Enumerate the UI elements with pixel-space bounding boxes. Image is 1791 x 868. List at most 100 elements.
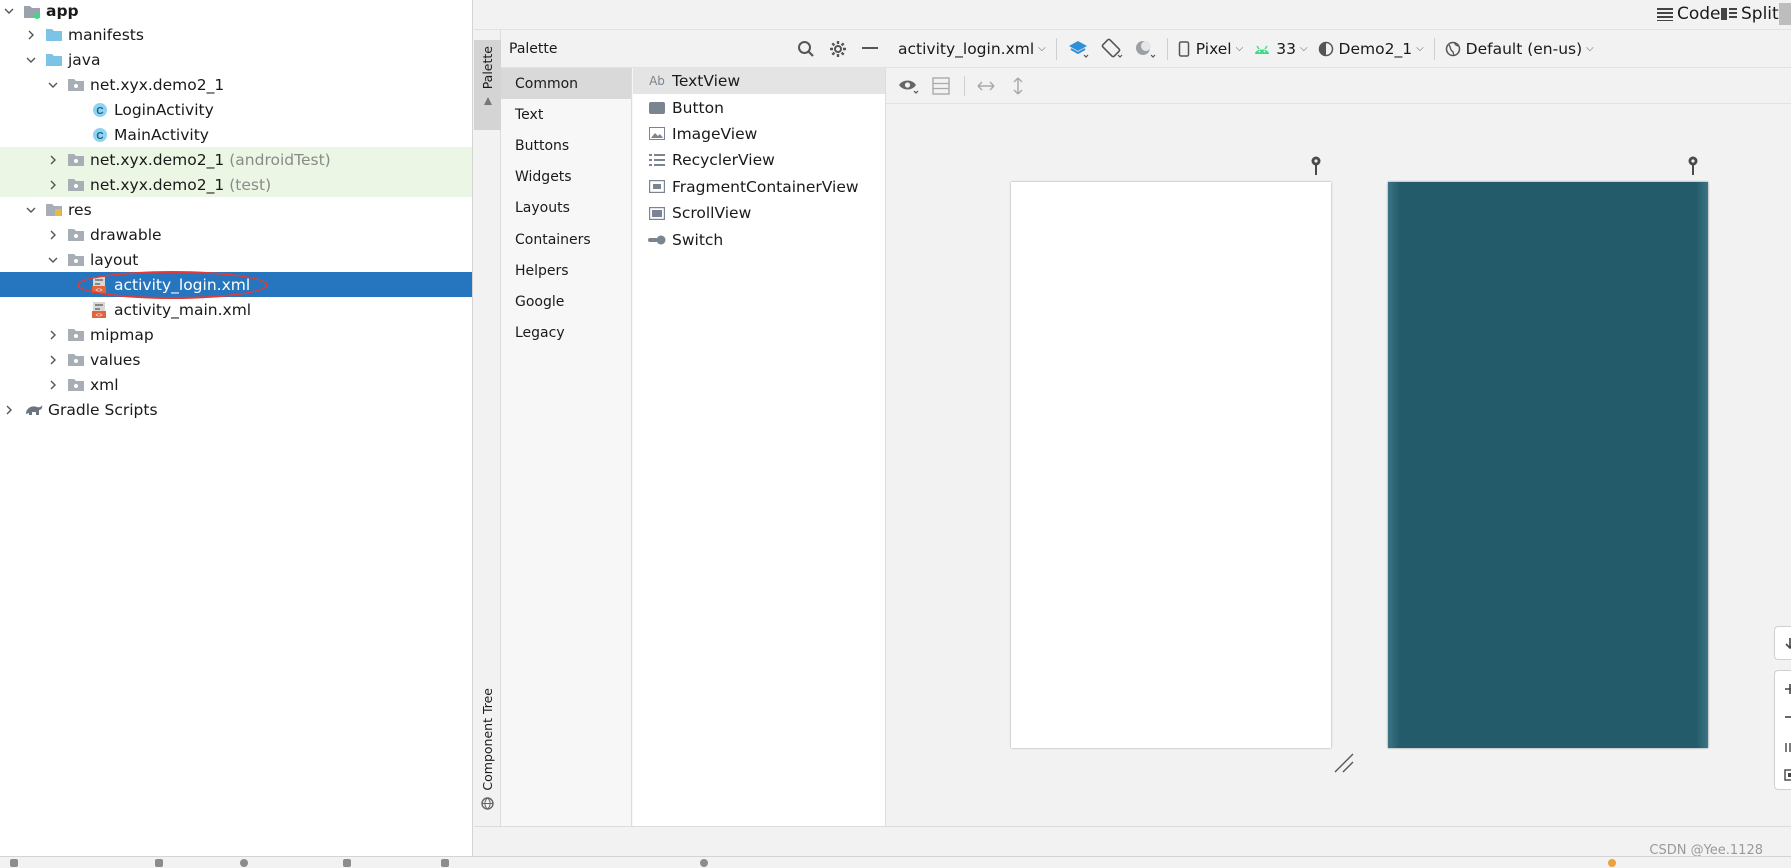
tree-item-layout[interactable]: layout bbox=[0, 247, 472, 272]
palette-category-buttons[interactable]: Buttons bbox=[501, 130, 631, 161]
tab-palette[interactable]: Palette bbox=[474, 40, 501, 130]
expand-horizontal-button[interactable] bbox=[971, 73, 1001, 99]
tree-item-java[interactable]: java bbox=[0, 47, 472, 72]
palette-item-label: ImageView bbox=[672, 124, 758, 143]
orientation-button[interactable] bbox=[1099, 38, 1123, 60]
tree-item-manifests[interactable]: manifests bbox=[0, 22, 472, 47]
code-view-button[interactable]: Code bbox=[1657, 4, 1721, 24]
tree-item-label: res bbox=[68, 200, 92, 219]
design-preview-surface[interactable] bbox=[1011, 182, 1331, 748]
tree-item-drawable[interactable]: drawable bbox=[0, 222, 472, 247]
palette-category-common[interactable]: Common bbox=[501, 68, 631, 100]
status-icon[interactable] bbox=[10, 859, 18, 867]
palette-search-button[interactable] bbox=[790, 33, 822, 65]
palette-category-widgets[interactable]: Widgets bbox=[501, 162, 631, 193]
pan-button[interactable] bbox=[1774, 626, 1791, 660]
status-icon[interactable] bbox=[240, 859, 248, 867]
chevron-right-icon[interactable] bbox=[46, 353, 60, 367]
phone-icon bbox=[1178, 40, 1189, 57]
status-icon[interactable] bbox=[155, 859, 163, 867]
chevron-down-icon[interactable] bbox=[46, 253, 60, 267]
chevron-down-icon[interactable] bbox=[24, 203, 38, 217]
tree-item-app[interactable]: app bbox=[0, 0, 472, 23]
split-view-button[interactable]: Split bbox=[1721, 4, 1779, 24]
palette-category-layouts[interactable]: Layouts bbox=[501, 193, 631, 224]
palette-item-textview[interactable]: Ab TextView bbox=[633, 68, 885, 95]
palette-category-legacy[interactable]: Legacy bbox=[501, 318, 631, 349]
palette-item-scrollview[interactable]: ScrollView bbox=[633, 200, 885, 226]
package-icon bbox=[66, 226, 86, 244]
editor-top-strip: Code Split bbox=[474, 0, 1791, 30]
design-view-button[interactable] bbox=[1779, 3, 1791, 25]
tree-item-package-android-test[interactable]: net.xyx.demo2_1 (androidTest) bbox=[0, 147, 472, 172]
tree-item-login-activity[interactable]: C LoginActivity bbox=[0, 97, 472, 122]
chevron-right-icon[interactable] bbox=[2, 403, 16, 417]
notification-icon[interactable] bbox=[1608, 859, 1616, 867]
theme-dropdown[interactable]: Demo2_1 ⌵ bbox=[1318, 40, 1424, 58]
palette-item-label: FragmentContainerView bbox=[672, 177, 859, 196]
palette-category-text[interactable]: Text bbox=[501, 99, 631, 130]
tree-item-res[interactable]: res bbox=[0, 197, 472, 222]
component-tree-icon bbox=[481, 796, 494, 810]
design-canvas[interactable] bbox=[886, 104, 1791, 826]
chevron-right-icon[interactable] bbox=[46, 178, 60, 192]
status-icon[interactable] bbox=[700, 859, 708, 867]
zoom-fit-icon[interactable] bbox=[1784, 769, 1791, 781]
zoom-in-icon[interactable] bbox=[1784, 683, 1791, 695]
zoom-actual-size-icon[interactable] bbox=[1784, 741, 1791, 753]
tree-item-package-test[interactable]: net.xyx.demo2_1 (test) bbox=[0, 172, 472, 197]
night-mode-button[interactable] bbox=[1133, 38, 1157, 60]
palette-settings-button[interactable] bbox=[822, 33, 854, 65]
status-icon[interactable] bbox=[343, 859, 351, 867]
design-surface-mode-button[interactable] bbox=[1067, 39, 1089, 59]
palette-minimize-button[interactable] bbox=[854, 33, 886, 65]
tree-item-mipmap[interactable]: mipmap bbox=[0, 322, 472, 347]
status-bar bbox=[0, 856, 1791, 868]
palette-category-helpers[interactable]: Helpers bbox=[501, 255, 631, 286]
tree-item-activity-main-xml[interactable]: <> activity_main.xml bbox=[0, 297, 472, 322]
tree-item-main-activity[interactable]: C MainActivity bbox=[0, 122, 472, 147]
toolbar-separator bbox=[1055, 37, 1057, 60]
pin-icon[interactable] bbox=[1309, 156, 1323, 176]
palette-category-google[interactable]: Google bbox=[501, 286, 631, 317]
zoom-out-icon[interactable] bbox=[1784, 715, 1791, 719]
tab-component-tree[interactable]: Component Tree bbox=[474, 682, 501, 812]
toolbar-separator bbox=[964, 75, 965, 96]
layers-icon bbox=[1068, 40, 1089, 58]
pin-icon[interactable] bbox=[1686, 156, 1700, 176]
chevron-down-icon[interactable] bbox=[2, 4, 16, 18]
chevron-down-icon: ⌵ bbox=[1299, 43, 1308, 54]
tree-item-package-main[interactable]: net.xyx.demo2_1 bbox=[0, 72, 472, 97]
chevron-right-icon[interactable] bbox=[46, 228, 60, 242]
palette-item-button[interactable]: Button bbox=[633, 94, 885, 120]
api-level-dropdown[interactable]: 33 ⌵ bbox=[1253, 40, 1308, 58]
chevron-down-icon[interactable] bbox=[24, 53, 38, 67]
textview-icon: Ab bbox=[649, 74, 665, 89]
grid-icon bbox=[932, 76, 950, 95]
chevron-right-icon[interactable] bbox=[24, 28, 38, 42]
layout-grid-button[interactable] bbox=[926, 73, 956, 99]
palette-item-switch[interactable]: Switch bbox=[633, 226, 885, 252]
palette-item-recyclerview[interactable]: RecyclerView bbox=[633, 147, 885, 173]
palette-item-imageview[interactable]: ImageView bbox=[633, 121, 885, 147]
blueprint-preview-surface[interactable] bbox=[1388, 182, 1708, 748]
tree-item-gradle-scripts[interactable]: Gradle Scripts bbox=[0, 397, 472, 422]
chevron-right-icon[interactable] bbox=[46, 378, 60, 392]
locale-dropdown[interactable]: Default (en-us) ⌵ bbox=[1445, 40, 1594, 58]
palette-category-containers[interactable]: Containers bbox=[501, 224, 631, 255]
chevron-down-icon[interactable] bbox=[46, 78, 60, 92]
tree-item-xml[interactable]: xml bbox=[0, 372, 472, 397]
fragment-icon bbox=[647, 180, 667, 194]
chevron-right-icon[interactable] bbox=[46, 328, 60, 342]
tree-item-activity-login-xml[interactable]: <> activity_login.xml bbox=[0, 272, 472, 297]
device-select-dropdown[interactable]: Pixel ⌵ bbox=[1178, 40, 1243, 58]
chevron-right-icon[interactable] bbox=[46, 153, 60, 167]
palette-item-fragmentcontainerview[interactable]: FragmentContainerView bbox=[633, 174, 885, 200]
expand-vertical-button[interactable] bbox=[1003, 73, 1033, 99]
status-icon[interactable] bbox=[441, 859, 449, 867]
imageview-icon bbox=[647, 127, 667, 141]
file-select-dropdown[interactable]: activity_login.xml ⌵ bbox=[898, 40, 1046, 58]
resize-handle-icon[interactable] bbox=[1331, 750, 1357, 776]
tree-item-values[interactable]: values bbox=[0, 347, 472, 372]
view-options-button[interactable] bbox=[894, 73, 924, 99]
